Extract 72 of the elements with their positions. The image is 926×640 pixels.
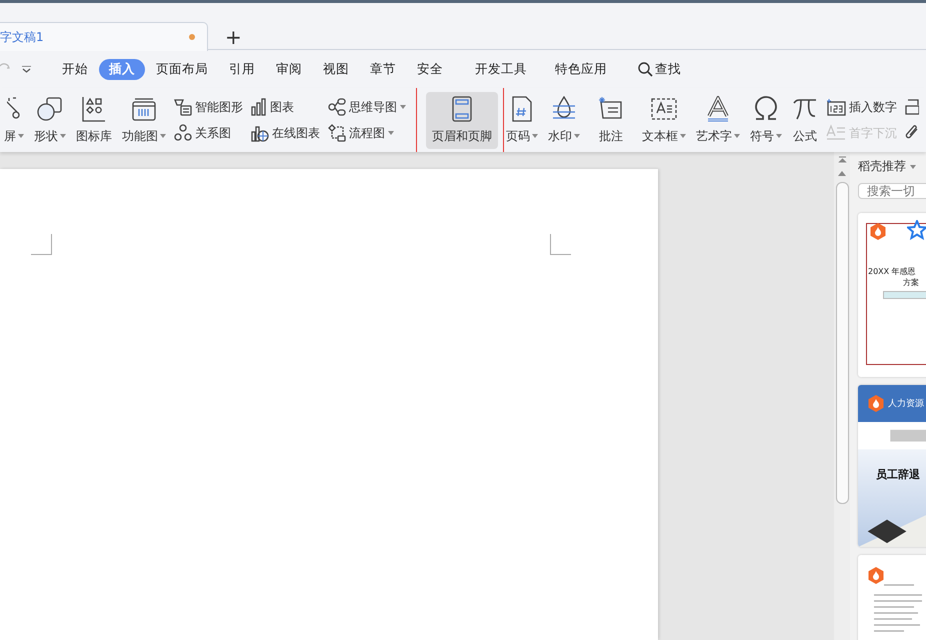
- bar-chart-icon: [251, 98, 267, 116]
- search-field[interactable]: 搜索一切: [858, 183, 926, 199]
- ribbon-button[interactable]: 智能图形: [174, 98, 243, 116]
- shapes-icon: [36, 96, 64, 122]
- document-tab[interactable]: 字文稿1: [0, 22, 208, 51]
- art-text-icon: [705, 96, 731, 122]
- ribbon-button[interactable]: 艺术字: [694, 92, 742, 148]
- online-chart-icon: [251, 124, 269, 142]
- margin-mark: [550, 234, 571, 255]
- scissors-icon: [7, 96, 21, 122]
- star-icon: [907, 220, 926, 240]
- template-title: 员工辞退: [876, 467, 920, 482]
- menu-tab[interactable]: 视图: [313, 58, 359, 80]
- flame-icon: [868, 395, 884, 412]
- flame-icon: [868, 567, 884, 584]
- menu-tab[interactable]: 引用: [219, 58, 265, 80]
- margin-mark: [31, 234, 52, 255]
- ribbon-button[interactable]: 形状: [32, 92, 68, 148]
- new-tab-button[interactable]: +: [221, 23, 246, 51]
- caret-icon: [910, 164, 916, 168]
- ribbon-button[interactable]: 在线图表: [251, 124, 320, 142]
- menu-tab[interactable]: 审阅: [266, 58, 312, 80]
- menu-tab[interactable]: 章节: [360, 58, 406, 80]
- ribbon-button[interactable]: 页码: [504, 92, 540, 148]
- ribbon-button[interactable]: 批注: [596, 92, 626, 148]
- ribbon-button[interactable]: [905, 98, 919, 116]
- ribbon-button[interactable]: 文本框: [640, 92, 688, 148]
- scroll-up-icon[interactable]: [838, 171, 846, 176]
- flame-icon: [870, 223, 886, 240]
- page-number-icon: [511, 96, 533, 122]
- ribbon-button[interactable]: 图标库: [74, 92, 114, 148]
- menu-tab[interactable]: 特色应用: [545, 58, 617, 80]
- relation-diagram-icon: [174, 124, 192, 142]
- text-box-icon: [651, 96, 677, 122]
- template-subtitle: 方案: [903, 277, 919, 288]
- template-header: 人力资源: [888, 398, 924, 410]
- ribbon-button[interactable]: 关系图: [174, 124, 243, 142]
- menu-tab[interactable]: 安全: [407, 58, 453, 80]
- ribbon-button[interactable]: 符号: [748, 92, 784, 148]
- ribbon-button[interactable]: 思维导图: [328, 98, 406, 116]
- function-chart-icon: [131, 96, 157, 122]
- template-card[interactable]: 人力资源 员工辞退: [858, 385, 926, 547]
- ribbon-button[interactable]: 水印: [546, 92, 582, 148]
- icon-library-icon: [82, 96, 106, 122]
- ribbon-button[interactable]: 流程图: [328, 124, 406, 142]
- ribbon-button[interactable]: 图表: [251, 98, 320, 116]
- ribbon-button[interactable]: 页眉和页脚: [426, 92, 498, 148]
- flowchart-icon: [328, 124, 346, 142]
- scrollbar-thumb[interactable]: [836, 182, 848, 504]
- ribbon-button[interactable]: 功能图: [120, 92, 168, 148]
- template-title: 20XX 年感恩: [868, 266, 916, 277]
- ribbon-button[interactable]: 屏: [2, 92, 26, 148]
- number-icon: [826, 98, 846, 116]
- chevron-icon[interactable]: [22, 66, 31, 72]
- scroll-top-icon[interactable]: [838, 156, 846, 165]
- panel-title[interactable]: 稻壳推荐: [858, 158, 926, 175]
- menu-tab[interactable]: 页面布局: [146, 58, 218, 80]
- menu-tab[interactable]: 开始: [52, 58, 98, 80]
- drop-cap-icon: [826, 124, 846, 142]
- mind-map-icon: [328, 98, 346, 116]
- menu-tab[interactable]: 开发工具: [465, 58, 537, 80]
- ribbon-button[interactable]: 插入数字: [826, 98, 897, 116]
- omega-icon: [753, 96, 779, 122]
- smart-graphic-icon: [174, 98, 192, 116]
- watermark-icon: [551, 96, 577, 122]
- header-footer-icon: [451, 96, 473, 122]
- comment-icon: [598, 96, 624, 122]
- template-card[interactable]: 20XX 年感恩 方案: [858, 213, 926, 377]
- ribbon-button[interactable]: 公式: [790, 92, 820, 148]
- search-button[interactable]: 查找: [632, 60, 687, 78]
- search-icon: [638, 62, 653, 76]
- printer-icon: [905, 98, 919, 116]
